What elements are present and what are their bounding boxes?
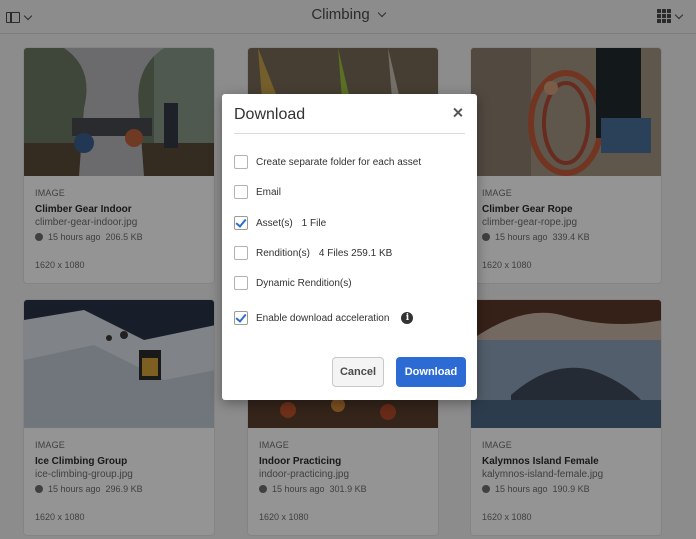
checkbox-checked[interactable] bbox=[234, 311, 248, 325]
checkbox[interactable] bbox=[234, 185, 248, 199]
option-count: 4 Files 259.1 KB bbox=[318, 247, 393, 259]
option-label: Email bbox=[256, 186, 282, 198]
checkbox[interactable] bbox=[234, 155, 248, 169]
checkbox[interactable] bbox=[234, 246, 248, 260]
option-separate-folder[interactable]: Create separate folder for each asset bbox=[234, 155, 421, 169]
option-label: Enable download acceleration bbox=[256, 312, 390, 324]
option-email[interactable]: Email bbox=[234, 185, 281, 199]
info-icon[interactable]: i bbox=[401, 312, 414, 324]
option-download-acceleration[interactable]: Enable download acceleration i bbox=[234, 311, 414, 325]
option-dynamic-renditions[interactable]: Dynamic Rendition(s) bbox=[234, 276, 352, 290]
option-label: Create separate folder for each asset bbox=[256, 156, 422, 168]
option-renditions[interactable]: Rendition(s) 4 Files 259.1 KB bbox=[234, 246, 392, 260]
checkbox[interactable] bbox=[234, 276, 248, 290]
option-label: Asset(s) bbox=[256, 217, 293, 229]
download-button[interactable]: Download bbox=[396, 357, 466, 387]
download-dialog: Download Create separate folder for each… bbox=[222, 94, 477, 400]
option-assets[interactable]: Asset(s) 1 File bbox=[234, 216, 326, 230]
divider bbox=[234, 133, 465, 134]
option-label: Rendition(s) bbox=[256, 247, 310, 259]
dialog-title: Download bbox=[234, 106, 306, 123]
option-count: 1 File bbox=[301, 217, 327, 229]
cancel-button[interactable]: Cancel bbox=[332, 357, 384, 387]
close-icon[interactable] bbox=[452, 107, 464, 119]
checkbox-checked[interactable] bbox=[234, 216, 248, 230]
option-label: Dynamic Rendition(s) bbox=[256, 277, 352, 289]
